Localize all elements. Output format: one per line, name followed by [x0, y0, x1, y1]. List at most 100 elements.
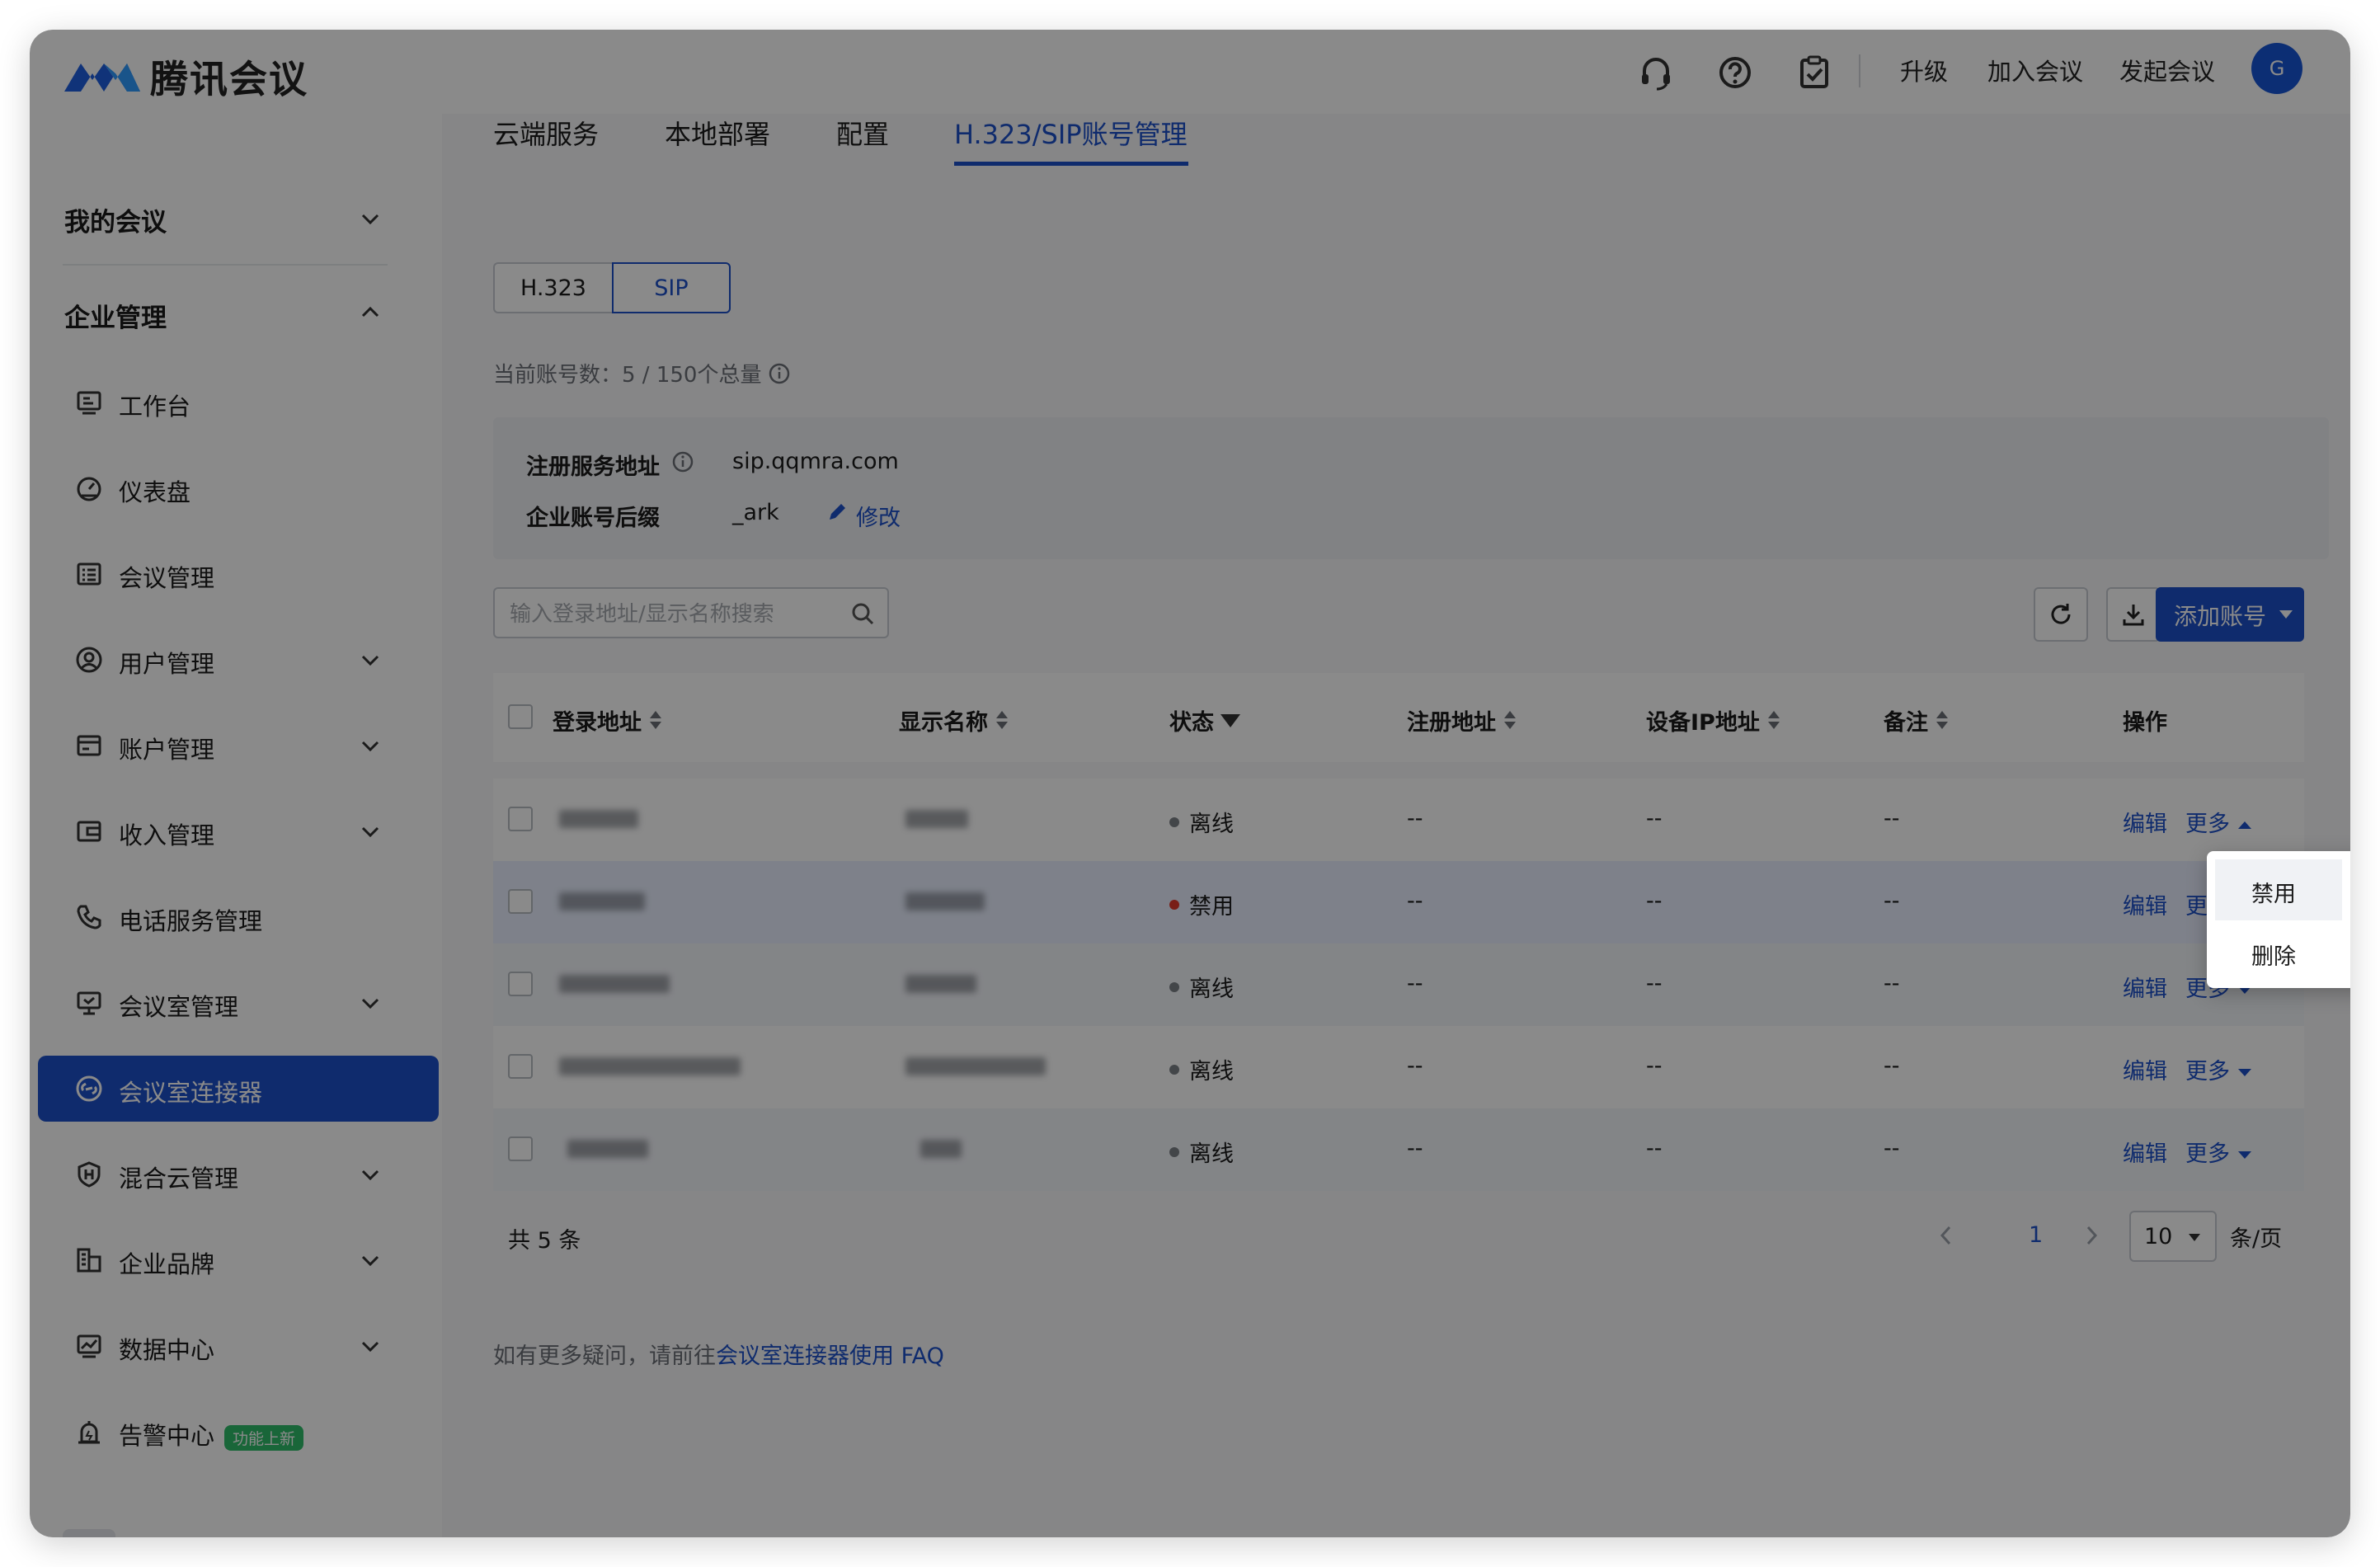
column-header-label: 状态 [1169, 710, 1214, 736]
redacted-display-name [905, 810, 968, 828]
sidebar-item-income-management[interactable]: 收入管理 [38, 798, 439, 864]
edit-suffix-link[interactable]: 修改 [856, 500, 901, 532]
edit-link[interactable]: 编辑 [2123, 1136, 2167, 1168]
page-number[interactable]: 1 [2029, 1222, 2043, 1248]
sidebar-item-account-management[interactable]: 账户管理 [38, 713, 439, 779]
pagination-total: 共 5 条 [508, 1228, 581, 1254]
more-link[interactable]: 更多 [2185, 1136, 2251, 1168]
more-link[interactable]: 更多 [2185, 1053, 2251, 1085]
sort-icon[interactable] [650, 709, 661, 732]
sidebar-item-label: 告警中心 [119, 1422, 215, 1450]
sidebar-item-dashboard[interactable]: 仪表盘 [38, 455, 439, 521]
column-header-label: 显示名称 [899, 710, 988, 736]
tab-config[interactable]: 配置 [836, 114, 889, 152]
column-header-login[interactable]: 登录地址 [553, 704, 661, 736]
column-header-display-name[interactable]: 显示名称 [899, 704, 1008, 736]
sort-icon[interactable] [1936, 709, 1948, 732]
status-dot [1169, 1146, 1179, 1157]
redacted-login-address [567, 1140, 648, 1158]
status-dot [1169, 1064, 1179, 1075]
start-meeting-link[interactable]: 发起会议 [2119, 53, 2215, 87]
refresh-button[interactable] [2034, 587, 2088, 642]
redacted-login-address [559, 892, 645, 911]
column-header-register-address[interactable]: 注册地址 [1407, 704, 1516, 736]
column-header-label: 注册地址 [1407, 710, 1496, 736]
sidebar-item-workbench[interactable]: 工作台 [38, 369, 439, 435]
tab-h323-sip-accounts[interactable]: H.323/SIP账号管理 [954, 114, 1188, 152]
row-checkbox[interactable] [508, 807, 533, 831]
tab-cloud-service[interactable]: 云端服务 [493, 114, 599, 152]
register-cell: -- [1407, 1136, 1423, 1161]
edit-link[interactable]: 编辑 [2123, 1053, 2167, 1085]
clipboard-check-icon[interactable] [1794, 53, 1834, 92]
row-checkbox[interactable] [508, 889, 533, 914]
sidebar-item-hybrid-cloud[interactable]: 混合云管理 [38, 1141, 439, 1207]
menu-item-disable[interactable]: 禁用 [2215, 859, 2342, 920]
logo[interactable]: 腾讯会议 [63, 49, 308, 104]
search-icon[interactable] [849, 600, 876, 627]
sidebar-item-meeting-room-management[interactable]: 会议室管理 [38, 970, 439, 1036]
note-cell: -- [1884, 806, 1900, 831]
upgrade-link[interactable]: 升级 [1900, 53, 1948, 87]
column-header-status[interactable]: 状态 [1169, 704, 1240, 736]
info-icon[interactable] [671, 450, 694, 473]
filter-icon[interactable] [1221, 713, 1240, 727]
row-checkbox[interactable] [508, 1136, 533, 1161]
tab-local-deploy[interactable]: 本地部署 [665, 114, 770, 152]
sidebar-item-data-center[interactable]: 数据中心 [38, 1313, 439, 1379]
column-header-note[interactable]: 备注 [1884, 704, 1948, 736]
page-size-select[interactable]: 10 [2129, 1211, 2217, 1262]
more-link[interactable]: 更多 [2185, 806, 2251, 838]
sidebar-item-room-connector[interactable]: 会议室连接器 [38, 1056, 439, 1122]
redacted-login-address [559, 810, 638, 828]
menu-item-delete[interactable]: 删除 [2215, 922, 2342, 983]
sidebar-item-label: 会议室连接器 [119, 1079, 263, 1107]
redacted-display-name [905, 975, 976, 993]
segment-sip[interactable]: SIP [612, 262, 731, 313]
select-all-checkbox[interactable] [508, 704, 533, 729]
income-icon [77, 821, 101, 842]
sort-icon[interactable] [1767, 709, 1780, 732]
column-header-device-ip[interactable]: 设备IP地址 [1646, 704, 1780, 736]
chevron-left-icon[interactable] [1935, 1222, 1958, 1249]
segment-h323[interactable]: H.323 [493, 262, 612, 313]
sidebar-group-enterprise[interactable]: 企业管理 [64, 297, 167, 334]
row-checkbox[interactable] [508, 1054, 533, 1079]
pencil-icon[interactable] [826, 501, 848, 523]
sidebar-group-my-meetings[interactable]: 我的会议 [64, 201, 167, 238]
sip-info-panel: 注册服务地址 sip.qqmra.com 企业账号后缀 _ark 修改 [493, 417, 2329, 559]
search-box[interactable] [493, 587, 889, 638]
sidebar-item-user-management[interactable]: 用户管理 [38, 627, 439, 693]
sidebar-item-label: 会议室管理 [119, 993, 239, 1021]
status-text: 禁用 [1189, 894, 1234, 920]
edit-link[interactable]: 编辑 [2123, 888, 2167, 920]
chevron-down-icon[interactable] [356, 205, 384, 233]
join-meeting-link[interactable]: 加入会议 [1987, 53, 2083, 87]
sidebar-item-enterprise-brand[interactable]: 企业品牌 [38, 1227, 439, 1293]
info-icon[interactable] [768, 362, 791, 385]
user-icon [76, 647, 102, 673]
search-input[interactable] [508, 599, 841, 630]
faq-link[interactable]: 会议室连接器使用 FAQ [716, 1343, 944, 1369]
register-cell: -- [1407, 971, 1423, 996]
edit-link[interactable]: 编辑 [2123, 971, 2167, 1003]
sidebar-item-meeting-management[interactable]: 会议管理 [38, 541, 439, 607]
chevron-down-icon [361, 1341, 379, 1353]
status-dot [1169, 981, 1179, 992]
sidebar-item-alarm-center[interactable]: 告警中心 功能上新 [38, 1399, 439, 1465]
sidebar-item-phone-service[interactable]: 电话服务管理 [38, 884, 439, 950]
help-icon[interactable] [1715, 53, 1755, 92]
sort-icon[interactable] [996, 709, 1008, 732]
row-checkbox[interactable] [508, 972, 533, 996]
collapse-sidebar-button[interactable] [63, 1529, 115, 1537]
avatar[interactable]: G [2251, 43, 2302, 94]
status-cell: 禁用 [1169, 888, 1234, 920]
add-account-button[interactable]: 添加账号 [2156, 587, 2304, 642]
headset-icon[interactable] [1636, 53, 1676, 92]
download-button[interactable] [2106, 587, 2161, 642]
sidebar-item-label: 电话服务管理 [119, 907, 263, 935]
sort-icon[interactable] [1504, 709, 1516, 732]
edit-link[interactable]: 编辑 [2123, 806, 2167, 838]
chevron-up-icon[interactable] [356, 299, 384, 327]
chevron-right-icon[interactable] [2080, 1222, 2103, 1249]
